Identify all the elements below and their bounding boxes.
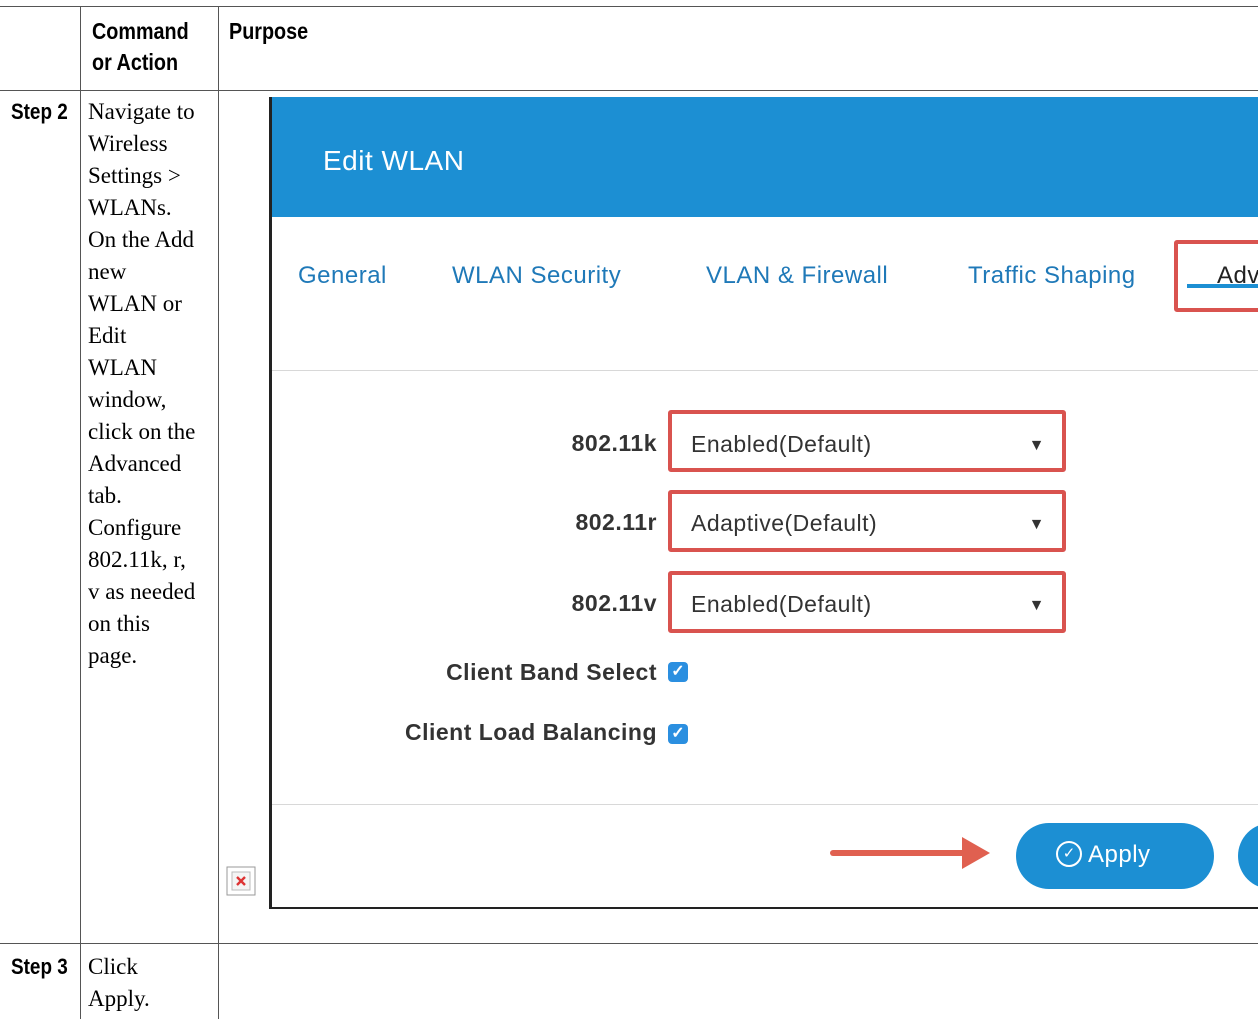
tab-vlan-firewall[interactable]: VLAN & Firewall	[706, 262, 888, 290]
dialog-header: Edit WLAN	[272, 97, 1258, 217]
header-command: Command or Action	[92, 18, 189, 75]
tab-traffic-shaping[interactable]: Traffic Shaping	[968, 262, 1136, 290]
edit-wlan-screenshot: Edit WLAN General WLAN Security VLAN & F…	[269, 97, 1258, 909]
highlight-802-11k	[668, 410, 1066, 472]
header-bottom-rule	[0, 90, 1258, 91]
label-802-11r: 802.11r	[575, 509, 657, 535]
check-circle-icon: ✓	[1056, 841, 1082, 867]
tab-wlan-security[interactable]: WLAN Security	[452, 262, 621, 290]
step-3-text: Click Apply.	[88, 954, 150, 1011]
highlight-802-11r	[668, 490, 1066, 552]
broken-image-icon	[226, 866, 256, 896]
tabs-divider	[272, 370, 1258, 371]
advanced-tab-highlight	[1174, 240, 1258, 312]
column-divider-2	[218, 6, 219, 1019]
label-802-11v: 802.11v	[571, 590, 657, 616]
table-top-rule	[0, 6, 1258, 7]
partial-button[interactable]	[1238, 823, 1258, 889]
row-divider	[0, 943, 1258, 944]
step-2-text: Navigate to Wireless Settings > WLANs. O…	[88, 99, 196, 668]
step-3-label: Step 3	[11, 954, 68, 979]
label-802-11k: 802.11k	[571, 430, 657, 456]
arrow-right-icon	[962, 837, 990, 869]
apply-button[interactable]: ✓ Apply	[1016, 823, 1214, 889]
label-client-band-select: Client Band Select	[446, 659, 657, 685]
dialog-title: Edit WLAN	[323, 145, 465, 176]
footer-divider	[272, 804, 1258, 805]
checkbox-client-band-select[interactable]: ✓	[668, 662, 688, 682]
header-purpose: Purpose	[229, 18, 309, 44]
highlight-802-11v	[668, 571, 1066, 633]
checkbox-client-load-balancing[interactable]: ✓	[668, 724, 688, 744]
apply-button-label: Apply	[1088, 841, 1151, 868]
tab-bar: General WLAN Security VLAN & Firewall Tr…	[272, 217, 1258, 317]
label-client-load-balancing: Client Load Balancing	[404, 719, 657, 745]
arrow-shaft	[830, 850, 970, 856]
step-2-label: Step 2	[11, 99, 68, 124]
column-divider-1	[80, 6, 81, 1019]
tab-general[interactable]: General	[298, 262, 387, 290]
